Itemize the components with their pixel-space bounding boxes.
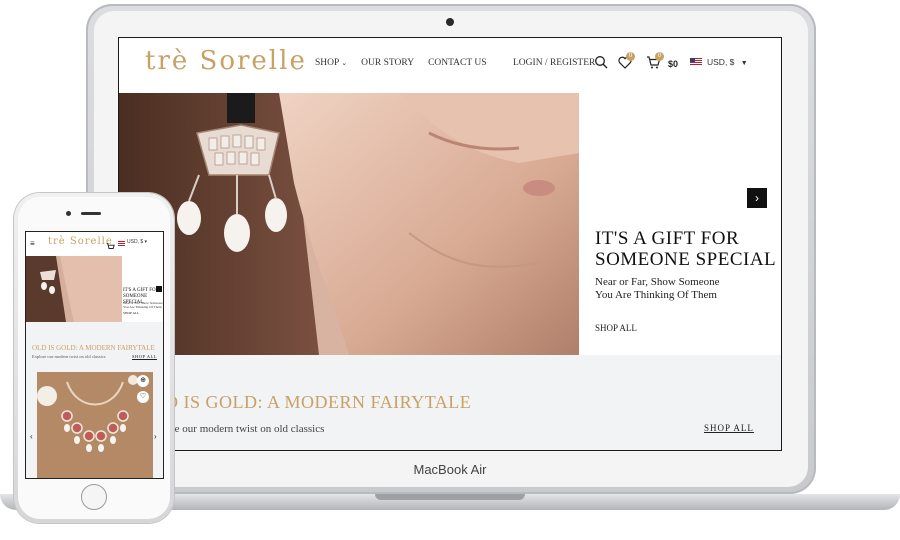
chevron-right-icon: ›	[755, 191, 759, 205]
caret-down-icon: ▼	[740, 60, 748, 67]
collection-title: D IS GOLD: A MODERN FAIRYTALE	[165, 392, 472, 412]
hero-subtitle-line-2: You Are Thinking Of Them	[595, 289, 717, 301]
phone-carousel-next-icon[interactable]: ›	[154, 432, 157, 441]
necklace-illustration	[37, 372, 153, 478]
hero-image	[119, 93, 579, 355]
currency-selector[interactable]: USD, $ ▼	[707, 57, 748, 67]
camera-icon	[446, 18, 454, 26]
search-button[interactable]	[594, 55, 608, 74]
hero-shop-all-link[interactable]: SHOP ALL	[595, 323, 776, 333]
phone-hero-link[interactable]: SHOP ALL	[123, 311, 139, 315]
phone-product-image[interactable]	[37, 372, 153, 478]
cart-count-badge: 0	[655, 52, 664, 61]
hero-title: IT'S A GIFT FOR SOMEONE SPECIAL	[595, 228, 776, 270]
cart-button[interactable]: 0	[646, 52, 664, 74]
laptop-hinge	[375, 494, 525, 500]
collection-subtitle: re our modern twist on old classics	[171, 423, 325, 435]
phone-slider-next-button[interactable]	[156, 286, 162, 292]
phone-collection-link[interactable]: SHOP ALL	[132, 354, 157, 359]
nav-contact-us[interactable]: CONTACT US	[428, 58, 486, 68]
phone-hero-image	[26, 256, 122, 322]
phone-collection-subtitle: Explore our modern twist on old classics	[32, 354, 106, 359]
phone-carousel-prev-icon[interactable]: ‹	[30, 432, 33, 441]
search-icon	[595, 56, 608, 69]
phone-cart-button[interactable]	[106, 238, 115, 256]
wishlist-count-badge: 0	[626, 52, 635, 61]
phone-camera-icon	[66, 211, 71, 216]
phone-speaker	[81, 212, 101, 215]
model-earring-illustration	[119, 93, 579, 355]
phone-us-flag-icon	[118, 241, 125, 246]
login-register-link[interactable]: LOGIN / REGISTER	[513, 58, 595, 68]
phone-wishlist-button[interactable]: ♡	[137, 391, 149, 403]
cart-total[interactable]: $0	[668, 59, 678, 69]
hero-text-block: IT'S A GIFT FOR SOMEONE SPECIAL Near or …	[595, 228, 776, 333]
phone-logo[interactable]: trè Sorelle	[48, 236, 113, 247]
currency-label: USD, $	[707, 57, 735, 67]
phone-currency-label: USD, $	[127, 239, 144, 245]
device-brand-label: MacBook Air	[413, 462, 487, 477]
phone-collection-title: OLD IS GOLD: A MODERN FAIRYTALE	[32, 344, 155, 352]
phone-home-button	[81, 484, 107, 510]
main-nav: SHOP ⌄ OUR STORY CONTACT US	[315, 58, 487, 68]
us-flag-icon	[690, 58, 702, 66]
phone-cart-icon	[106, 243, 115, 249]
hero-subtitle: Near or Far, Show Someone You Are Thinki…	[595, 276, 745, 302]
phone-hero-subtitle: Near or Far, Show Someone You Are Thinki…	[123, 301, 163, 309]
hero-subtitle-line-1: Near or Far, Show Someone	[595, 276, 720, 288]
phone-model-illustration	[26, 256, 122, 322]
slider-next-button[interactable]: ›	[747, 188, 767, 208]
nav-shop-label: SHOP	[315, 58, 340, 68]
laptop-screen: trè Sorelle SHOP ⌄ OUR STORY CONTACT US L…	[119, 38, 781, 450]
chevron-down-icon: ⌄	[341, 59, 348, 67]
hamburger-menu-icon[interactable]: ≡	[30, 239, 35, 248]
nav-shop[interactable]: SHOP ⌄	[315, 58, 347, 68]
nav-our-story[interactable]: OUR STORY	[361, 58, 414, 68]
collection-shop-all-link[interactable]: SHOP ALL	[704, 423, 754, 433]
heart-icon: ♡	[139, 393, 147, 400]
site-logo[interactable]: trè Sorelle	[145, 46, 307, 76]
hero-title-line-1: IT'S A GIFT FOR	[595, 228, 740, 249]
phone-quick-add-button[interactable]: ⊕	[137, 375, 149, 387]
wishlist-button[interactable]: 0	[618, 52, 635, 74]
phone-currency-selector[interactable]: USD, $ ▾	[127, 239, 147, 245]
hero-title-line-2: SOMEONE SPECIAL	[595, 249, 777, 270]
phone-screen: ≡ trè Sorelle USD, $ ▾ IT'S A GIFT FOR S…	[26, 232, 163, 478]
cart-add-icon: ⊕	[140, 377, 146, 384]
